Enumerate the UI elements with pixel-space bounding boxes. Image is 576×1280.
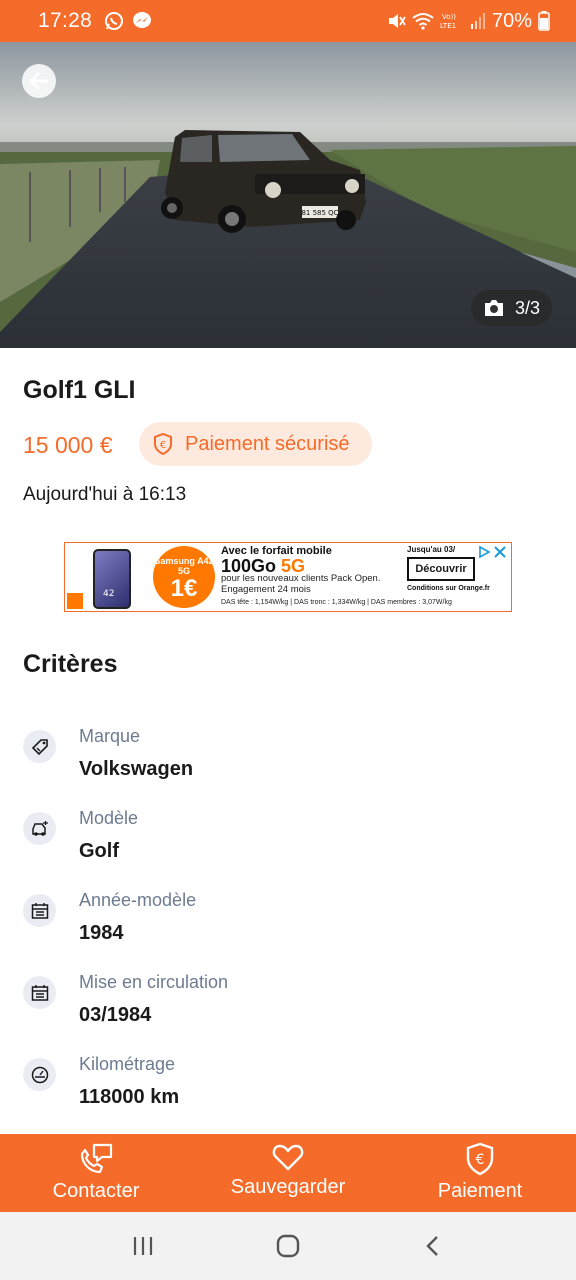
criteria-value: 03/1984 (79, 1004, 152, 1026)
criteria-label: Kilométrage (79, 1054, 176, 1074)
criteria-value: Volkswagen (79, 758, 194, 780)
license-plate: 81 585 QC (301, 209, 338, 217)
phone-chat-icon (80, 1143, 113, 1174)
home-button[interactable] (258, 1221, 318, 1271)
shield-euro-icon: € (154, 432, 172, 456)
ad-close-icon[interactable] (493, 545, 507, 559)
recent-apps-button[interactable] (113, 1221, 173, 1271)
svg-text:Vo)): Vo)) (442, 13, 456, 21)
shield-euro-icon: € (466, 1142, 494, 1176)
back-nav-button[interactable] (403, 1221, 463, 1271)
secure-payment-label: Paiement sécurisé (185, 432, 350, 455)
criteria-row-model-year: Année-modèle 1984 (0, 890, 576, 964)
heart-icon (272, 1144, 304, 1171)
speedometer-icon (23, 1058, 56, 1091)
criteria-label: Modèle (79, 808, 139, 828)
calendar-icon (23, 894, 56, 927)
photo-counter[interactable]: 3/3 (470, 290, 552, 326)
criteria-label: Année-modèle (79, 890, 197, 910)
ad-price-circle: Samsung A42 5G 1€ (153, 546, 215, 608)
ad-choices[interactable] (477, 545, 507, 559)
ad-phone-label: 42 (103, 589, 115, 599)
ad-line3: pour les nouveaux clients Pack Open. Eng… (221, 573, 381, 595)
listing-photo[interactable]: 81 585 QC 3/3 (0, 42, 576, 348)
signal-icon (470, 12, 486, 30)
criteria-value: 1984 (79, 922, 124, 944)
listing-date: Aujourd'hui à 16:13 (23, 484, 187, 505)
criteria-title: Critères (23, 650, 118, 678)
criteria-label: Mise en circulation (79, 972, 229, 992)
arrow-left-icon (29, 72, 49, 90)
status-bar: 17:28 Vo)) LTE1 70% (0, 0, 576, 42)
battery-icon (538, 11, 550, 31)
criteria-value: 118000 km (79, 1086, 180, 1108)
svg-text:€: € (160, 440, 166, 451)
ad-circle-model: Samsung A42 5G (154, 556, 214, 576)
ad-circle-price: 1€ (170, 575, 198, 602)
ad-das: DAS tête : 1,154W/kg | DAS tronc : 1,334… (221, 599, 452, 606)
secure-payment-badge[interactable]: € Paiement sécurisé (139, 422, 372, 466)
svg-text:€: € (476, 1152, 485, 1168)
camera-icon (484, 300, 503, 316)
chevron-left-icon (426, 1236, 439, 1256)
photo-counter-text: 3/3 (514, 297, 540, 318)
criteria-value: Golf (79, 840, 119, 862)
criteria-row-registration: Mise en circulation 03/1984 (0, 972, 576, 1046)
recent-apps-icon (133, 1237, 152, 1255)
home-icon (276, 1234, 300, 1258)
criteria-row-model: Modèle Golf (0, 808, 576, 882)
ad-until: Jusqu'au 03/ (407, 545, 456, 554)
listing-price: 15 000 € (23, 432, 113, 458)
criteria-label: Marque (79, 726, 141, 746)
tag-icon (23, 730, 56, 763)
criteria-row-brand: Marque Volkswagen (0, 726, 576, 800)
calendar-icon (23, 976, 56, 1009)
contact-button[interactable]: Contacter (0, 1134, 192, 1212)
save-button[interactable]: Sauvegarder (192, 1134, 384, 1212)
contact-label: Contacter (52, 1180, 140, 1202)
system-nav-bar (0, 1212, 576, 1280)
wifi-icon (412, 12, 434, 30)
back-button[interactable] (22, 64, 56, 98)
ad-banner[interactable]: 42 Samsung A42 5G 1€ Avec le forfait mob… (64, 542, 512, 612)
payment-label: Paiement (437, 1180, 523, 1202)
status-time: 17:28 (38, 9, 93, 32)
network-label: LTE1 (440, 22, 456, 30)
ad-cta-button[interactable]: Découvrir (407, 557, 475, 581)
messenger-icon (132, 11, 152, 31)
whatsapp-icon (104, 11, 124, 31)
mute-icon (386, 11, 406, 31)
ad-phone-image: 42 (93, 549, 131, 609)
volte-icon: Vo)) LTE1 (440, 11, 464, 31)
payment-button[interactable]: € Paiement (384, 1134, 576, 1212)
battery-percent: 70% (491, 9, 532, 32)
ad-conditions: Conditions sur Orange.fr (407, 585, 490, 592)
action-bar: Contacter Sauvegarder € Paiement (0, 1134, 576, 1212)
criteria-row-mileage: Kilométrage 118000 km (0, 1054, 576, 1128)
car-icon (23, 812, 56, 845)
adchoices-icon[interactable] (477, 545, 491, 559)
listing-title: Golf1 GLI (23, 376, 136, 404)
save-label: Sauvegarder (230, 1176, 346, 1198)
orange-logo (67, 593, 83, 609)
